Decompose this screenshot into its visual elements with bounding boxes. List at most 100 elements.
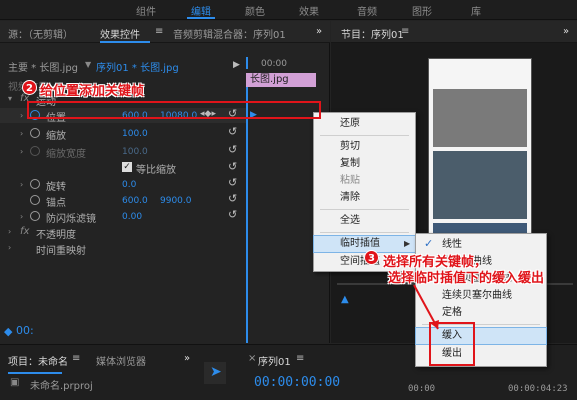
master-clip-label[interactable]: 主要 * 长图.jpg [8, 59, 78, 74]
tab-source[interactable]: 源：（无剪辑） [8, 26, 73, 41]
overflow-icon[interactable]: » [563, 26, 569, 37]
time-remap-label[interactable]: 时间重映射 [36, 242, 86, 257]
opacity-label[interactable]: 不透明度 [36, 226, 76, 241]
effect-controls-panel: 源：（无剪辑） 效果控件 ≡ 音频剪辑混合器：序列01 » 主要 * 长图.jp… [0, 21, 330, 343]
anchor-x-value[interactable]: 600.0 [122, 196, 148, 206]
active-tab-indicator [100, 41, 150, 43]
annotation-arrow [413, 284, 439, 330]
pointer-icon: ➤ [210, 364, 222, 380]
expand-icon[interactable]: › [20, 129, 23, 138]
clip-bar-label: 长图.jpg [250, 74, 289, 85]
position-highlight-box [27, 101, 321, 119]
stopwatch-icon[interactable] [30, 128, 40, 138]
scale-label: 缩放 [46, 131, 66, 142]
menu-item-undo[interactable]: 还原 [314, 116, 415, 132]
context-menu: 还原 剪切 复制 粘贴 清除 全选 临时插值 ▶ 空间插值 ▶ [313, 112, 416, 272]
panel-menu-icon[interactable]: ≡ [296, 353, 304, 364]
playhead-line [246, 87, 248, 343]
menu-separator [320, 135, 409, 136]
close-icon[interactable]: × [248, 353, 256, 364]
scale-value[interactable]: 100.0 [122, 129, 148, 139]
panel-menu-icon[interactable]: ≡ [401, 26, 409, 37]
expand-icon: › [20, 147, 24, 156]
menu-item-copy[interactable]: 复制 [314, 156, 415, 172]
fx-icon: fx [20, 226, 30, 237]
reset-icon[interactable]: ↺ [228, 192, 237, 205]
ruler-time-label: 00:00 [261, 59, 287, 69]
play-only-icon[interactable]: ▶ [233, 60, 240, 70]
menu-item-paste[interactable]: 粘贴 [314, 173, 415, 189]
tab-media-browser[interactable]: 媒体浏览器 [96, 353, 146, 368]
expand-icon[interactable]: › [20, 111, 23, 120]
uniform-scale-label: 等比缩放 [136, 165, 176, 176]
uniform-scale-checkbox[interactable]: ✓ [122, 162, 132, 172]
tab-sequence[interactable]: 序列01 [258, 353, 291, 368]
step-2-instruction: 给位置添加关键帧 [40, 84, 145, 99]
scale-width-value: 100.0 [122, 147, 148, 157]
workspace-libraries[interactable]: 库 [471, 3, 481, 18]
workspace-editing[interactable]: 编辑 [191, 3, 211, 18]
anchor-y-value[interactable]: 9900.0 [160, 196, 192, 206]
workspace-bar: 组件 编辑 颜色 效果 音频 图形 库 [0, 0, 577, 20]
collapse-motion-icon[interactable]: ▾ [8, 94, 12, 103]
flicker-value[interactable]: 0.00 [122, 212, 142, 222]
clip-bar[interactable]: 长图.jpg [246, 73, 316, 87]
playhead[interactable] [246, 57, 248, 69]
workspace-color[interactable]: 颜色 [245, 3, 265, 18]
menu-item-clear[interactable]: 清除 [314, 190, 415, 206]
submenu-arrow-icon: ▶ [404, 239, 411, 248]
workspace-effects[interactable]: 效果 [299, 3, 319, 18]
selection-tool[interactable]: ➤ [204, 362, 226, 384]
reset-icon[interactable]: ↺ [228, 160, 237, 173]
menu-item-temporal-interpolation[interactable]: 临时插值 [313, 235, 416, 253]
scale-width-label: 缩放宽度 [46, 149, 86, 160]
program-tab-bar: 节目：序列01 ≡ » [331, 21, 577, 43]
workspace-graphics[interactable]: 图形 [412, 3, 432, 18]
panel-menu-icon[interactable]: ≡ [72, 353, 80, 364]
rotation-label: 旋转 [46, 182, 66, 193]
panel-menu-icon[interactable]: ≡ [155, 26, 163, 37]
reset-icon[interactable]: ↺ [228, 208, 237, 221]
reset-icon[interactable]: ↺ [228, 125, 237, 138]
active-workspace-indicator [187, 17, 215, 19]
menu-separator [320, 209, 409, 210]
tab-effect-controls[interactable]: 效果控件 [100, 26, 140, 41]
sequence-timecode[interactable]: 00:00:00:00 [254, 375, 340, 390]
anchor-label: 锚点 [46, 198, 66, 209]
overflow-icon[interactable]: » [184, 353, 190, 364]
expand-icon[interactable]: › [8, 227, 11, 236]
workspace-audio[interactable]: 音频 [357, 3, 377, 18]
chevron-down-icon[interactable]: ▼ [85, 60, 91, 69]
menu-item-cut[interactable]: 剪切 [314, 139, 415, 155]
rotation-value[interactable]: 0.0 [122, 180, 136, 190]
stopwatch-icon[interactable] [30, 179, 40, 189]
panel-tab-bar: 源：（无剪辑） 效果控件 ≡ 音频剪辑混合器：序列01 » [0, 21, 330, 43]
ruler-time-marker: ◆ [4, 325, 13, 338]
menu-item-select-all[interactable]: 全选 [314, 213, 415, 229]
stopwatch-icon[interactable] [30, 211, 40, 221]
expand-icon[interactable]: › [8, 243, 11, 252]
comic-panel-image [433, 151, 527, 219]
reset-icon[interactable]: ↺ [228, 176, 237, 189]
tab-project[interactable]: 项目：未命名 [8, 353, 68, 368]
workspace-assembly[interactable]: 组件 [136, 3, 156, 18]
overflow-icon[interactable]: » [316, 26, 322, 37]
project-file-icon: ▣ [10, 377, 20, 388]
timeline-ruler-mark: 00:00:04:23 [508, 384, 568, 394]
sequence-clip-label[interactable]: 序列01 * 长图.jpg [96, 59, 179, 74]
flicker-label: 防闪烁滤镜 [46, 214, 96, 225]
tab-program[interactable]: 节目：序列01 [341, 26, 404, 41]
menu-separator [320, 232, 409, 233]
current-time-display[interactable]: 00: [16, 324, 34, 337]
project-filename[interactable]: 未命名.prproj [30, 377, 93, 392]
active-tab-indicator [8, 372, 62, 374]
tab-audio-mixer[interactable]: 音频剪辑混合器：序列01 [173, 26, 286, 41]
timeline-ruler-start: 00:00 [408, 384, 436, 394]
expand-icon[interactable]: › [20, 180, 23, 189]
stopwatch-icon [30, 146, 40, 156]
playhead-marker-icon[interactable]: ▲ [341, 294, 349, 305]
expand-icon[interactable]: › [20, 212, 23, 221]
stopwatch-icon[interactable] [30, 195, 40, 205]
step-2-badge: 2 [22, 80, 37, 95]
reset-icon[interactable]: ↺ [228, 143, 237, 156]
